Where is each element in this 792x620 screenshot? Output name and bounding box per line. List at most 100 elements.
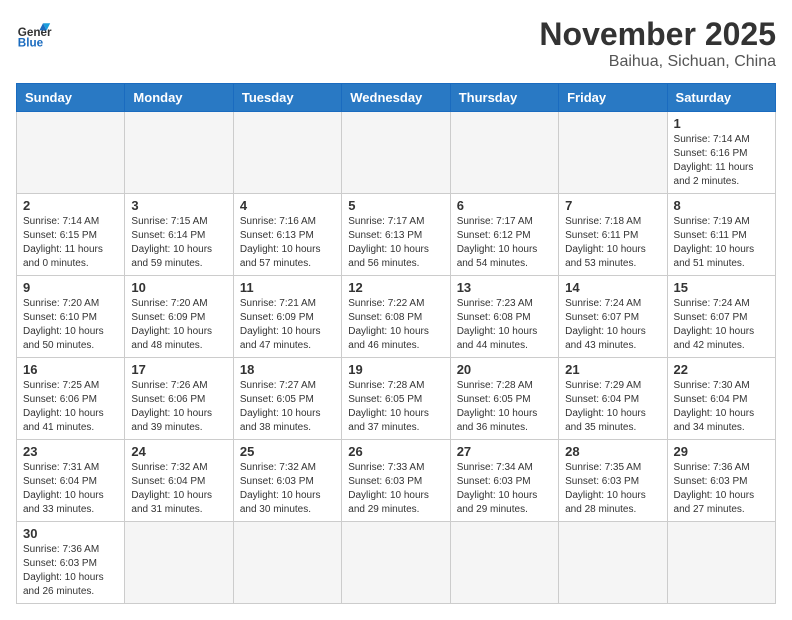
day-info: Sunrise: 7:17 AM Sunset: 6:12 PM Dayligh… xyxy=(457,215,552,271)
day-number: 3 xyxy=(131,198,226,213)
calendar-day-header: Tuesday xyxy=(233,84,341,112)
calendar-day-cell: 19 Sunrise: 7:28 AM Sunset: 6:05 PM Dayli… xyxy=(342,358,450,440)
calendar-day-cell: 26 Sunrise: 7:33 AM Sunset: 6:03 PM Dayli… xyxy=(342,440,450,522)
day-info: Sunrise: 7:24 AM Sunset: 6:07 PM Dayligh… xyxy=(674,297,769,353)
day-info: Sunrise: 7:16 AM Sunset: 6:13 PM Dayligh… xyxy=(240,215,335,271)
day-info: Sunrise: 7:27 AM Sunset: 6:05 PM Dayligh… xyxy=(240,379,335,435)
day-number: 12 xyxy=(348,280,443,295)
calendar-day-header: Wednesday xyxy=(342,84,450,112)
logo-icon: General Blue xyxy=(16,16,52,52)
day-number: 22 xyxy=(674,362,769,377)
calendar-day-header: Saturday xyxy=(667,84,775,112)
calendar-day-cell: 18 Sunrise: 7:27 AM Sunset: 6:05 PM Dayli… xyxy=(233,358,341,440)
calendar-day-header: Monday xyxy=(125,84,233,112)
calendar-day-cell xyxy=(559,112,667,194)
day-info: Sunrise: 7:36 AM Sunset: 6:03 PM Dayligh… xyxy=(674,461,769,517)
calendar-day-cell: 6 Sunrise: 7:17 AM Sunset: 6:12 PM Daylig… xyxy=(450,194,558,276)
day-info: Sunrise: 7:18 AM Sunset: 6:11 PM Dayligh… xyxy=(565,215,660,271)
day-number: 6 xyxy=(457,198,552,213)
day-info: Sunrise: 7:28 AM Sunset: 6:05 PM Dayligh… xyxy=(457,379,552,435)
calendar-header-row: SundayMondayTuesdayWednesdayThursdayFrid… xyxy=(17,84,776,112)
day-info: Sunrise: 7:17 AM Sunset: 6:13 PM Dayligh… xyxy=(348,215,443,271)
day-info: Sunrise: 7:35 AM Sunset: 6:03 PM Dayligh… xyxy=(565,461,660,517)
calendar-table: SundayMondayTuesdayWednesdayThursdayFrid… xyxy=(16,83,776,604)
day-info: Sunrise: 7:20 AM Sunset: 6:09 PM Dayligh… xyxy=(131,297,226,353)
calendar-day-cell xyxy=(233,112,341,194)
day-number: 15 xyxy=(674,280,769,295)
day-number: 7 xyxy=(565,198,660,213)
calendar-day-cell: 1Sunrise: 7:14 AM Sunset: 6:16 PM Daylig… xyxy=(667,112,775,194)
calendar-week-row: 23Sunrise: 7:31 AM Sunset: 6:04 PM Dayli… xyxy=(17,440,776,522)
day-info: Sunrise: 7:22 AM Sunset: 6:08 PM Dayligh… xyxy=(348,297,443,353)
calendar-day-cell: 30 Sunrise: 7:36 AM Sunset: 6:03 PM Dayli… xyxy=(17,522,125,604)
calendar-day-cell xyxy=(125,112,233,194)
day-number: 16 xyxy=(23,362,118,377)
calendar-day-cell: 3 Sunrise: 7:15 AM Sunset: 6:14 PM Daylig… xyxy=(125,194,233,276)
calendar-day-cell: 16 Sunrise: 7:25 AM Sunset: 6:06 PM Dayli… xyxy=(17,358,125,440)
calendar-day-cell xyxy=(17,112,125,194)
day-info: Sunrise: 7:32 AM Sunset: 6:03 PM Dayligh… xyxy=(240,461,335,517)
calendar-day-cell: 20Sunrise: 7:28 AM Sunset: 6:05 PM Dayli… xyxy=(450,358,558,440)
day-number: 9 xyxy=(23,280,118,295)
day-info: Sunrise: 7:24 AM Sunset: 6:07 PM Dayligh… xyxy=(565,297,660,353)
day-number: 2 xyxy=(23,198,118,213)
day-number: 13 xyxy=(457,280,552,295)
calendar-week-row: 16 Sunrise: 7:25 AM Sunset: 6:06 PM Dayli… xyxy=(17,358,776,440)
day-number: 19 xyxy=(348,362,443,377)
calendar-day-cell xyxy=(342,522,450,604)
calendar-day-header: Thursday xyxy=(450,84,558,112)
calendar-day-cell: 28 Sunrise: 7:35 AM Sunset: 6:03 PM Dayli… xyxy=(559,440,667,522)
calendar-day-cell: 10Sunrise: 7:20 AM Sunset: 6:09 PM Dayli… xyxy=(125,276,233,358)
day-number: 30 xyxy=(23,526,118,541)
month-title: November 2025 xyxy=(539,16,776,53)
calendar-day-cell: 27 Sunrise: 7:34 AM Sunset: 6:03 PM Dayli… xyxy=(450,440,558,522)
day-info: Sunrise: 7:33 AM Sunset: 6:03 PM Dayligh… xyxy=(348,461,443,517)
calendar-day-cell: 17Sunrise: 7:26 AM Sunset: 6:06 PM Dayli… xyxy=(125,358,233,440)
calendar-day-cell xyxy=(125,522,233,604)
page-header: General Blue November 2025 Baihua, Sichu… xyxy=(16,16,776,71)
day-number: 26 xyxy=(348,444,443,459)
calendar-week-row: 9 Sunrise: 7:20 AM Sunset: 6:10 PM Daylig… xyxy=(17,276,776,358)
day-info: Sunrise: 7:28 AM Sunset: 6:05 PM Dayligh… xyxy=(348,379,443,435)
calendar-day-cell: 4 Sunrise: 7:16 AM Sunset: 6:13 PM Daylig… xyxy=(233,194,341,276)
day-info: Sunrise: 7:19 AM Sunset: 6:11 PM Dayligh… xyxy=(674,215,769,271)
title-section: November 2025 Baihua, Sichuan, China xyxy=(539,16,776,71)
calendar-week-row: 30 Sunrise: 7:36 AM Sunset: 6:03 PM Dayli… xyxy=(17,522,776,604)
day-info: Sunrise: 7:34 AM Sunset: 6:03 PM Dayligh… xyxy=(457,461,552,517)
calendar-day-cell: 8Sunrise: 7:19 AM Sunset: 6:11 PM Daylig… xyxy=(667,194,775,276)
day-info: Sunrise: 7:15 AM Sunset: 6:14 PM Dayligh… xyxy=(131,215,226,271)
day-number: 11 xyxy=(240,280,335,295)
day-number: 4 xyxy=(240,198,335,213)
logo: General Blue xyxy=(16,16,52,52)
day-info: Sunrise: 7:36 AM Sunset: 6:03 PM Dayligh… xyxy=(23,543,118,599)
calendar-day-cell: 24Sunrise: 7:32 AM Sunset: 6:04 PM Dayli… xyxy=(125,440,233,522)
day-number: 21 xyxy=(565,362,660,377)
day-number: 14 xyxy=(565,280,660,295)
calendar-day-cell: 15 Sunrise: 7:24 AM Sunset: 6:07 PM Dayli… xyxy=(667,276,775,358)
day-number: 18 xyxy=(240,362,335,377)
day-number: 17 xyxy=(131,362,226,377)
calendar-day-header: Friday xyxy=(559,84,667,112)
calendar-day-cell xyxy=(667,522,775,604)
calendar-day-cell: 25Sunrise: 7:32 AM Sunset: 6:03 PM Dayli… xyxy=(233,440,341,522)
day-info: Sunrise: 7:25 AM Sunset: 6:06 PM Dayligh… xyxy=(23,379,118,435)
day-number: 28 xyxy=(565,444,660,459)
calendar-day-cell xyxy=(233,522,341,604)
day-number: 5 xyxy=(348,198,443,213)
day-number: 24 xyxy=(131,444,226,459)
day-number: 27 xyxy=(457,444,552,459)
day-info: Sunrise: 7:21 AM Sunset: 6:09 PM Dayligh… xyxy=(240,297,335,353)
calendar-day-cell: 9 Sunrise: 7:20 AM Sunset: 6:10 PM Daylig… xyxy=(17,276,125,358)
calendar-day-cell xyxy=(450,112,558,194)
calendar-day-cell: 22 Sunrise: 7:30 AM Sunset: 6:04 PM Dayli… xyxy=(667,358,775,440)
day-info: Sunrise: 7:14 AM Sunset: 6:16 PM Dayligh… xyxy=(674,133,769,189)
calendar-day-cell xyxy=(342,112,450,194)
calendar-day-cell: 11 Sunrise: 7:21 AM Sunset: 6:09 PM Dayli… xyxy=(233,276,341,358)
day-info: Sunrise: 7:31 AM Sunset: 6:04 PM Dayligh… xyxy=(23,461,118,517)
calendar-day-cell: 29Sunrise: 7:36 AM Sunset: 6:03 PM Dayli… xyxy=(667,440,775,522)
calendar-day-cell: 7 Sunrise: 7:18 AM Sunset: 6:11 PM Daylig… xyxy=(559,194,667,276)
day-info: Sunrise: 7:29 AM Sunset: 6:04 PM Dayligh… xyxy=(565,379,660,435)
day-info: Sunrise: 7:20 AM Sunset: 6:10 PM Dayligh… xyxy=(23,297,118,353)
calendar-week-row: 2Sunrise: 7:14 AM Sunset: 6:15 PM Daylig… xyxy=(17,194,776,276)
day-info: Sunrise: 7:30 AM Sunset: 6:04 PM Dayligh… xyxy=(674,379,769,435)
